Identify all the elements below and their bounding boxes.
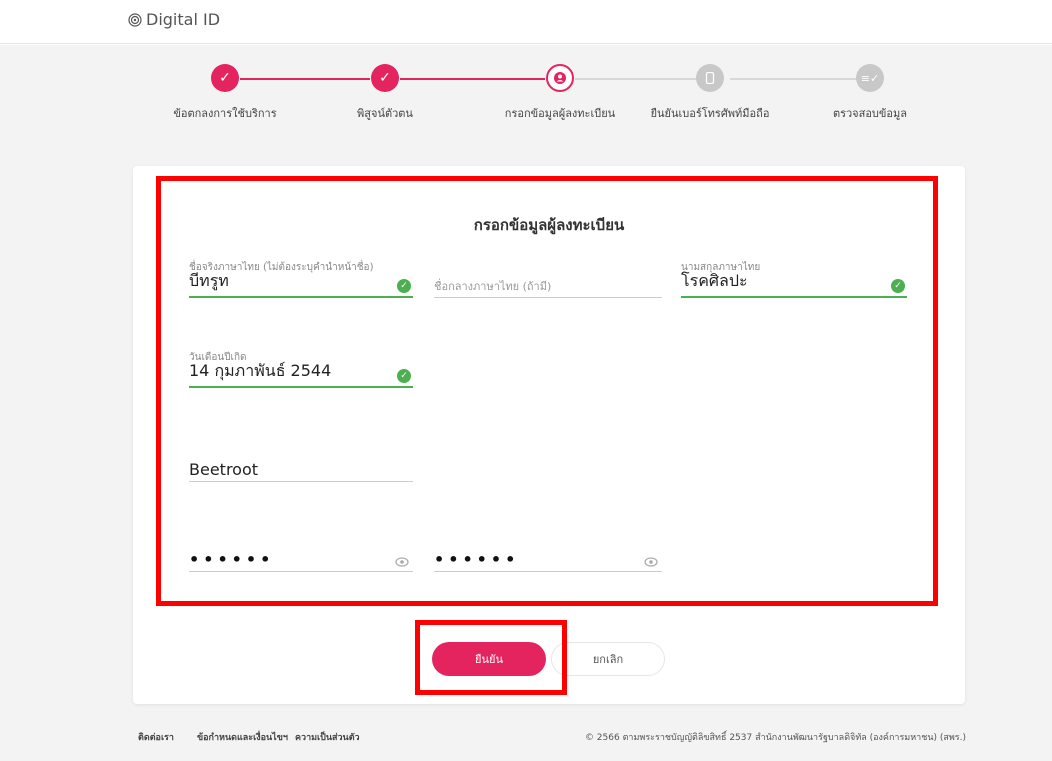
top-bar: Digital ID xyxy=(0,0,1052,44)
step-phone-verification: ยืนยันเบอร์โทรศัพท์มือถือ xyxy=(640,64,780,122)
step-label: พิสูจน์ตัวตน xyxy=(357,107,413,120)
confirm-highlight-box xyxy=(415,620,567,695)
copyright-text: © 2566 ตามพระราชบัญญัติลิขสิทธิ์ 2537 สำ… xyxy=(584,733,966,743)
progress-stepper: ✓ ข้อตกลงการใช้บริการ ✓ พิสูจน์ตัวตน กรอ… xyxy=(150,64,910,134)
step-registrant-info: กรอกข้อมูลผู้ลงทะเบียน xyxy=(490,64,630,122)
step-identity-verification: ✓ พิสูจน์ตัวตน xyxy=(315,64,455,122)
privacy-link[interactable]: ความเป็นส่วนตัว xyxy=(295,730,360,744)
step-label: ข้อตกลงการใช้บริการ xyxy=(173,107,277,120)
checklist-icon: ≡✓ xyxy=(856,64,884,92)
footer: ติดต่อเรา ข้อกำหนดและเงื่อนไขฯ ความเป็นส… xyxy=(0,730,1052,750)
user-icon xyxy=(546,64,574,92)
step-label: ตรวจสอบข้อมูล xyxy=(832,107,908,120)
contact-link[interactable]: ติดต่อเรา xyxy=(138,730,174,744)
fingerprint-icon xyxy=(128,12,142,27)
terms-link[interactable]: ข้อกำหนดและเงื่อนไขฯ xyxy=(197,730,288,744)
step-label: กรอกข้อมูลผู้ลงทะเบียน xyxy=(504,107,616,120)
check-icon: ✓ xyxy=(371,64,399,92)
step-review: ≡✓ ตรวจสอบข้อมูล xyxy=(800,64,940,122)
brand-name: Digital ID xyxy=(146,10,221,29)
brand-logo[interactable]: Digital ID xyxy=(128,10,220,29)
form-highlight-box xyxy=(156,176,938,606)
step-label: ยืนยันเบอร์โทรศัพท์มือถือ xyxy=(650,107,770,120)
check-icon: ✓ xyxy=(211,64,239,92)
cancel-button[interactable]: ยกเลิก xyxy=(551,642,665,676)
phone-icon xyxy=(696,64,724,92)
step-terms: ✓ ข้อตกลงการใช้บริการ xyxy=(155,64,295,122)
